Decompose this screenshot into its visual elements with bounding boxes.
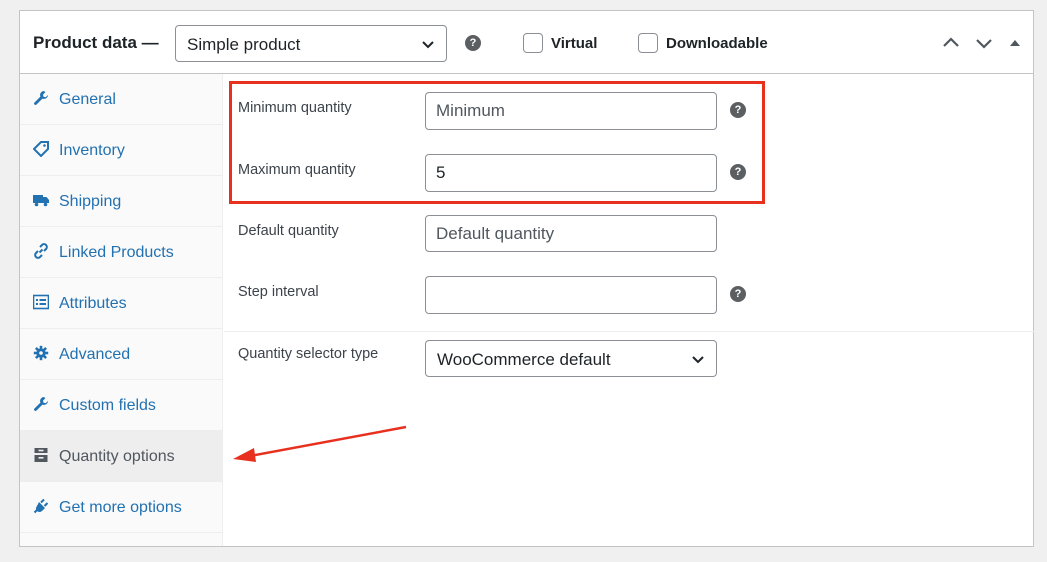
- truck-icon: [33, 195, 49, 207]
- minimum-quantity-label: Minimum quantity: [238, 100, 352, 116]
- tab-custom-fields[interactable]: Custom fields: [20, 380, 223, 431]
- tab-general[interactable]: General: [20, 74, 223, 125]
- step-interval-input[interactable]: [425, 276, 717, 314]
- panel-header: Product data — Simple product ? Virtual …: [20, 11, 1033, 74]
- product-data-tabs: General Inventory Shipping Linked Produc…: [20, 74, 223, 546]
- virtual-label: Virtual: [551, 35, 598, 52]
- plugin-icon: [33, 498, 49, 514]
- help-icon[interactable]: ?: [465, 35, 481, 51]
- product-type-select[interactable]: Simple product: [175, 25, 447, 62]
- chevron-down-icon: [692, 356, 704, 364]
- help-icon[interactable]: ?: [730, 164, 746, 180]
- step-interval-label: Step interval: [238, 284, 319, 300]
- tab-label: Advanced: [59, 346, 131, 363]
- tab-label: Inventory: [59, 142, 125, 159]
- quantity-selector-type-select[interactable]: WooCommerce default: [425, 340, 717, 377]
- section-divider: [224, 331, 1034, 332]
- tag-icon: [33, 141, 49, 157]
- tab-label: Linked Products: [59, 244, 174, 261]
- default-quantity-label: Default quantity: [238, 223, 339, 239]
- tab-get-more-options[interactable]: Get more options: [20, 482, 223, 533]
- tab-label: Shipping: [59, 193, 122, 210]
- tab-shipping[interactable]: Shipping: [20, 176, 223, 227]
- move-down-icon[interactable]: [975, 35, 993, 51]
- help-icon[interactable]: ?: [730, 102, 746, 118]
- maximum-quantity-input[interactable]: [425, 154, 717, 192]
- tab-advanced[interactable]: Advanced: [20, 329, 223, 380]
- wrench-icon: [34, 397, 48, 411]
- panel-title: Product data —: [33, 33, 159, 52]
- move-up-icon[interactable]: [942, 35, 960, 51]
- minimum-quantity-input[interactable]: [425, 92, 717, 130]
- quantity-selector-type-label: Quantity selector type: [238, 346, 379, 362]
- tab-quantity-options[interactable]: Quantity options: [20, 431, 223, 482]
- tab-label: Custom fields: [59, 397, 156, 414]
- tab-label: Quantity options: [59, 448, 175, 465]
- tab-label: Attributes: [59, 295, 127, 312]
- downloadable-checkbox[interactable]: [638, 33, 658, 53]
- product-type-value: Simple product: [187, 35, 301, 54]
- archive-icon: [34, 448, 48, 462]
- virtual-checkbox[interactable]: [523, 33, 543, 53]
- maximum-quantity-label: Maximum quantity: [238, 162, 356, 178]
- link-icon: [34, 243, 48, 259]
- downloadable-label: Downloadable: [666, 35, 768, 52]
- collapse-toggle-icon[interactable]: [1008, 35, 1022, 51]
- tab-label: General: [59, 91, 116, 108]
- tab-linked-products[interactable]: Linked Products: [20, 227, 223, 278]
- product-data-panel: Product data — Simple product ? Virtual …: [19, 10, 1034, 547]
- help-icon[interactable]: ?: [730, 286, 746, 302]
- wrench-icon: [34, 91, 48, 105]
- chevron-down-icon: [422, 41, 434, 49]
- quantity-selector-type-value: WooCommerce default: [437, 350, 611, 369]
- tab-attributes[interactable]: Attributes: [20, 278, 223, 329]
- gear-icon: [33, 345, 49, 361]
- list-icon: [33, 294, 49, 310]
- tab-inventory[interactable]: Inventory: [20, 125, 223, 176]
- tab-label: Get more options: [59, 499, 182, 516]
- default-quantity-input[interactable]: [425, 215, 717, 252]
